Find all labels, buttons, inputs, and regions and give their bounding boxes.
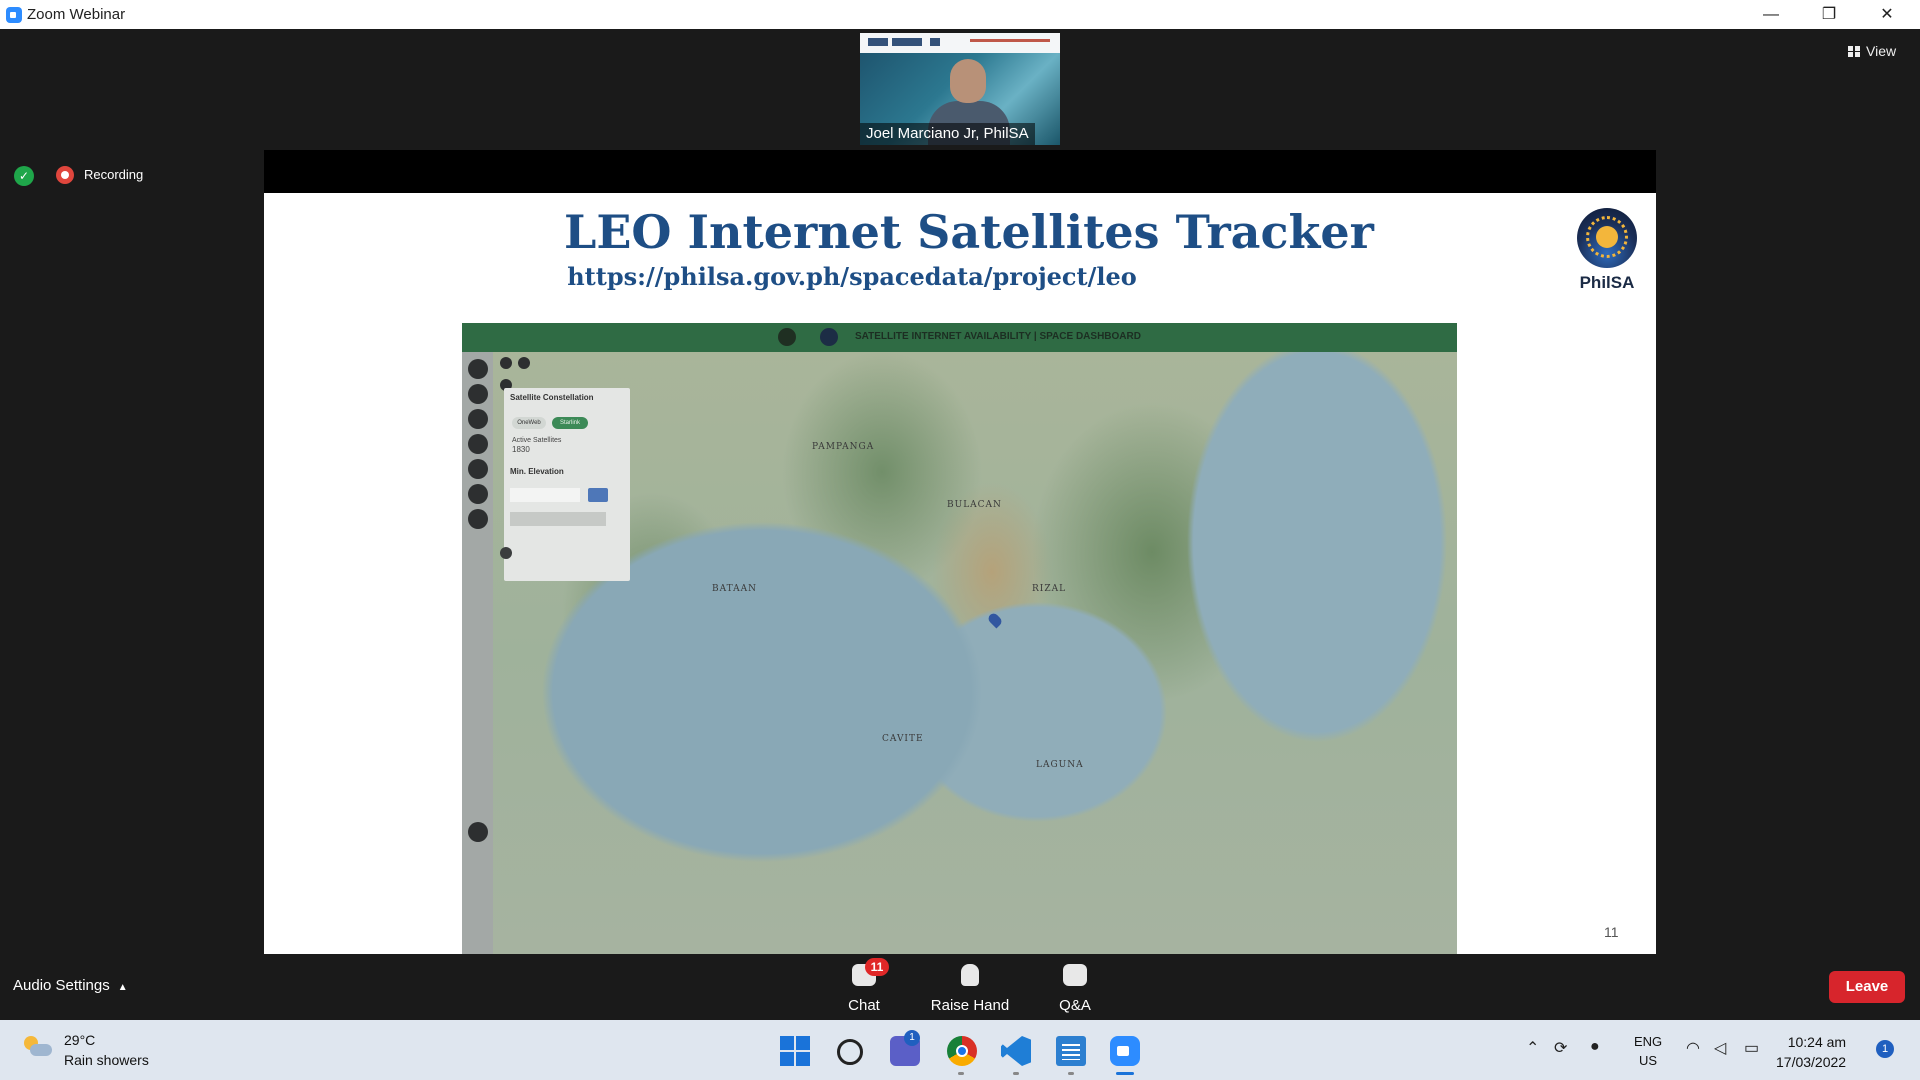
weather-condition[interactable]: Rain showers	[64, 1052, 149, 1068]
hand-icon	[961, 964, 979, 986]
chevron-up-icon: ▲	[117, 982, 128, 993]
view-label: View	[1866, 43, 1897, 59]
dashboard-logo-icon	[778, 328, 796, 346]
leave-button[interactable]: Leave	[1829, 971, 1905, 1003]
chevron-up-icon[interactable]: ⌃	[1526, 1038, 1539, 1058]
window-title: Zoom Webinar	[27, 6, 126, 23]
dashboard-sidebar	[462, 352, 493, 954]
speaker-video[interactable]: Joel Marciano Jr, PhilSA	[860, 33, 1060, 145]
chat-label: Chat	[848, 997, 880, 1014]
slide-title: LEO Internet Satellites Tracker	[564, 205, 1374, 259]
audio-settings-label: Audio Settings	[13, 977, 110, 994]
dashboard-header-text: SATELLITE INTERNET AVAILABILITY | SPACE …	[855, 331, 1141, 342]
weather-icon[interactable]	[24, 1036, 52, 1060]
microphone-icon[interactable]: ●	[1590, 1038, 1600, 1056]
chat-badge: 11	[865, 958, 889, 976]
chat-button[interactable]: 11 Chat	[819, 958, 909, 1016]
map-icon	[468, 484, 488, 504]
map-label: PAMPANGA	[812, 442, 875, 452]
presentation-slide: LEO Internet Satellites Tracker https://…	[264, 193, 1656, 954]
map-label: CAVITE	[882, 734, 924, 744]
weather-temperature[interactable]: 29°C	[64, 1032, 95, 1048]
clock[interactable]: 10:24 am 17/03/2022	[1776, 1032, 1846, 1072]
raise-hand-button[interactable]: Raise Hand	[925, 960, 1015, 1016]
windows-taskbar: 29°C Rain showers 1 ⌃ ⟳ ● ENG US ◠ ◁ ▭ 1…	[0, 1020, 1920, 1080]
elevation-go-button	[588, 488, 608, 502]
target-tool-icon	[518, 357, 530, 369]
help-icon	[468, 822, 488, 842]
slide-page-number: 11	[1604, 924, 1619, 940]
constellation-panel: Satellite Constellation OneWeb Starlink …	[504, 388, 630, 581]
raise-hand-label: Raise Hand	[930, 997, 1010, 1014]
chrome-icon[interactable]	[947, 1036, 977, 1066]
clock-time: 10:24 am	[1787, 1034, 1847, 1050]
recording-icon	[56, 166, 74, 184]
shared-screen: LEO Internet Satellites Tracker https://…	[264, 150, 1656, 954]
philsa-logo-text: PhilSA	[1579, 273, 1635, 292]
panel-help-icon	[500, 547, 512, 559]
min-elevation-label: Min. Elevation	[510, 467, 564, 476]
language-code: ENG	[1634, 1034, 1663, 1049]
keyboard-region: US	[1639, 1053, 1658, 1068]
panel-title: Satellite Constellation	[510, 393, 594, 402]
starlink-option: Starlink	[552, 417, 588, 429]
tool-icon	[468, 384, 488, 404]
close-button[interactable]: ✕	[1858, 0, 1916, 29]
map-label: BULACAN	[947, 500, 1002, 510]
dashboard-screenshot: PAMPANGA BULACAN BATAAN RIZAL CAVITE LAG…	[462, 323, 1457, 954]
running-indicator	[1068, 1072, 1074, 1075]
active-satellites-value: 1830	[512, 445, 530, 454]
window-titlebar: Zoom Webinar — ❐ ✕	[0, 0, 1920, 29]
teams-badge: 1	[904, 1030, 920, 1046]
clock-date: 17/03/2022	[1776, 1054, 1847, 1070]
language-indicator[interactable]: ENG US	[1634, 1032, 1662, 1070]
battery-icon[interactable]: ▭	[1744, 1038, 1759, 1058]
qa-icon	[1063, 964, 1087, 986]
layer-icon	[468, 409, 488, 429]
volume-icon[interactable]: ◁	[1714, 1038, 1726, 1058]
video-slide-banner	[860, 33, 1060, 53]
restore-button[interactable]: ❐	[1800, 0, 1858, 29]
philsa-logo	[1577, 208, 1637, 268]
view-button[interactable]: View	[1840, 40, 1908, 64]
search-icon[interactable]	[837, 1039, 863, 1065]
notepad-icon[interactable]	[1056, 1036, 1086, 1066]
speaker-head	[950, 59, 986, 103]
zoom-taskbar-icon[interactable]	[1110, 1036, 1140, 1066]
vscode-icon[interactable]	[1001, 1036, 1031, 1066]
sat-icon	[468, 434, 488, 454]
qa-label: Q&A	[1059, 997, 1091, 1014]
grid-icon	[1848, 46, 1860, 57]
wifi-icon[interactable]: ◠	[1686, 1038, 1700, 1058]
pin-tool-icon	[500, 357, 512, 369]
security-shield-icon[interactable]: ✓	[14, 166, 34, 186]
map-label: RIZAL	[1032, 584, 1067, 594]
settings-icon	[468, 509, 488, 529]
map-label: BATAAN	[712, 584, 758, 594]
satellite-icon	[468, 359, 488, 379]
coordinate-readout	[510, 512, 606, 526]
sync-icon[interactable]: ⟳	[1554, 1038, 1567, 1058]
oneweb-option: OneWeb	[512, 417, 546, 429]
start-button-icon[interactable]	[780, 1036, 810, 1066]
map-label: LAGUNA	[1036, 760, 1084, 770]
elevation-input	[510, 488, 580, 502]
minimize-button[interactable]: —	[1742, 0, 1800, 29]
active-app-indicator	[1116, 1072, 1134, 1075]
search-icon	[468, 459, 488, 479]
audio-settings-button[interactable]: Audio Settings ▲	[13, 977, 128, 994]
slide-url: https://philsa.gov.ph/spacedata/project/…	[567, 262, 1137, 291]
zoom-app-icon	[6, 7, 22, 23]
dashboard-header: SATELLITE INTERNET AVAILABILITY | SPACE …	[462, 323, 1457, 352]
recording-label: Recording	[84, 167, 144, 182]
active-satellites-label: Active Satellites	[512, 437, 562, 444]
running-indicator	[1013, 1072, 1019, 1075]
philsa-small-logo-icon	[820, 328, 838, 346]
qa-button[interactable]: Q&A	[1030, 960, 1120, 1016]
running-indicator	[958, 1072, 964, 1075]
notification-badge[interactable]: 1	[1876, 1040, 1894, 1058]
speaker-name: Joel Marciano Jr, PhilSA	[860, 123, 1035, 145]
